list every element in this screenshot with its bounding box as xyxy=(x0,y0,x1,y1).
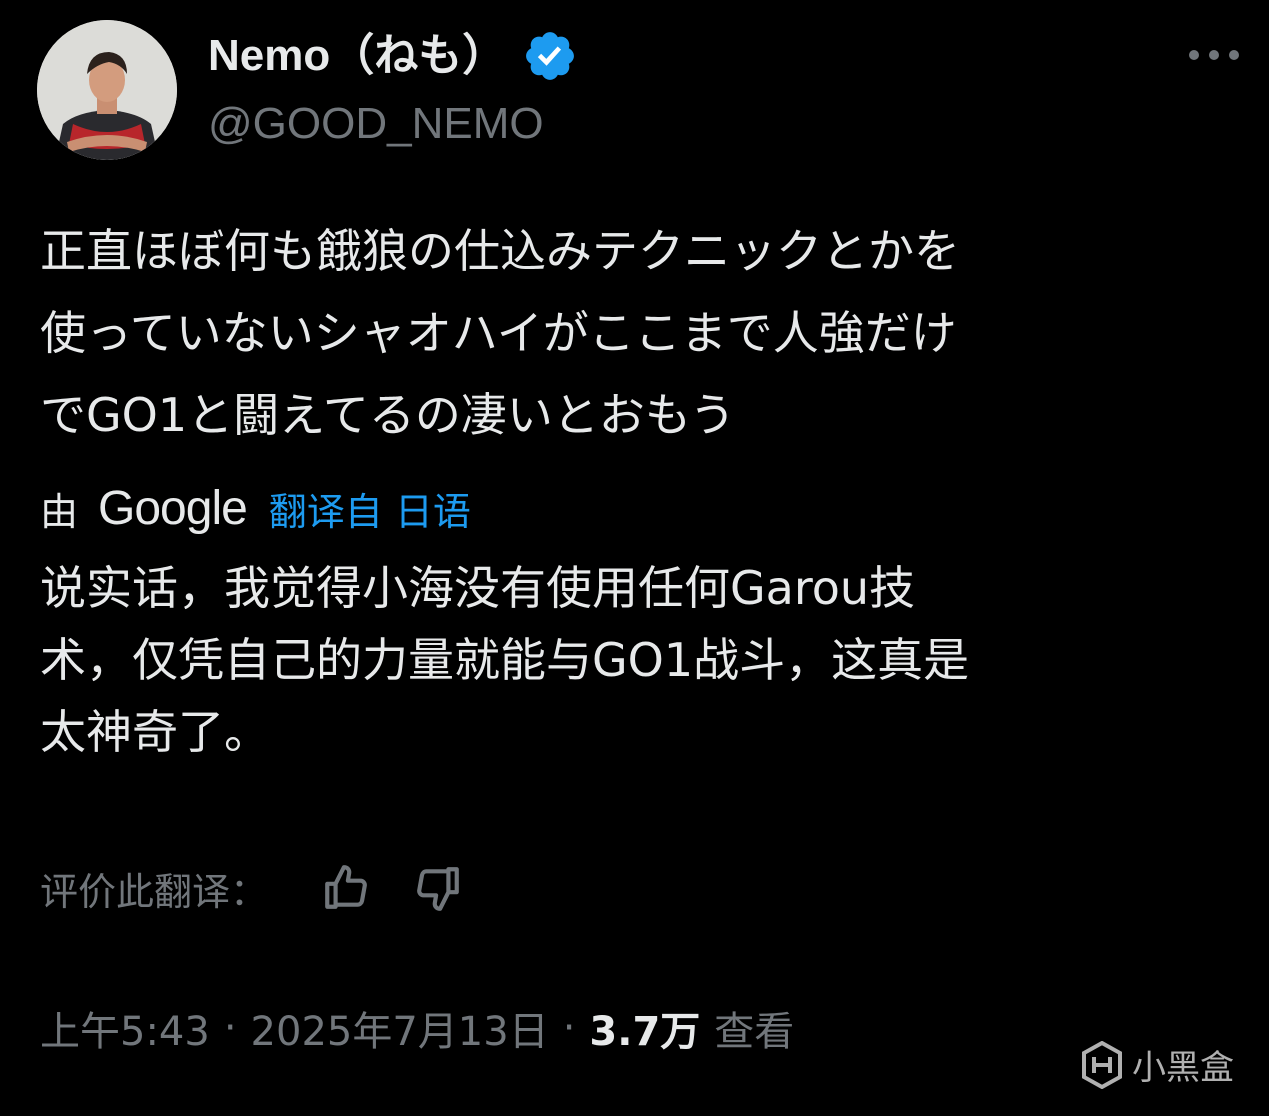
translated-text: 说实话，我觉得小海没有使用任何Garou技 术，仅凭自己的力量就能与GO1战斗，… xyxy=(40,552,1240,768)
author-handle[interactable]: @GOOD_NEMO xyxy=(208,96,544,152)
watermark-text: 小黑盒 xyxy=(1132,1048,1234,1088)
views-count: 3.7万 xyxy=(589,1009,701,1055)
translated-text-line: 太神奇了。 xyxy=(40,705,270,759)
meta-separator: · xyxy=(562,1005,576,1051)
tweet-date[interactable]: 2025年7月13日 xyxy=(251,999,549,1057)
author-name-row[interactable]: Nemo（ねも） xyxy=(208,28,578,84)
views-label: 查看 xyxy=(714,1009,795,1055)
verified-badge-icon xyxy=(522,28,578,84)
author-avatar[interactable] xyxy=(37,20,177,160)
avatar-image xyxy=(37,20,177,160)
more-options-icon[interactable] xyxy=(1186,40,1242,70)
tweet-text: 正直ほぼ何も餓狼の仕込みテクニックとかを 使っていないシャオハイがここまで人強だ… xyxy=(40,210,1240,456)
rate-translation-row: 评价此翻译： xyxy=(40,858,502,918)
translated-from-link[interactable]: 翻译自 日语 xyxy=(269,481,471,536)
thumbs-up-icon xyxy=(325,865,367,909)
rate-translation-label: 评价此翻译： xyxy=(40,869,269,914)
tweet-text-line: 使っていないシャオハイがここまで人強だけ xyxy=(40,306,957,360)
translation-attribution: 由 Google 翻译自 日语 xyxy=(40,478,471,538)
translated-text-line: 说实话，我觉得小海没有使用任何Garou技 xyxy=(40,561,916,615)
tweet-text-line: でGO1と闘えてるの凄いとおもう xyxy=(40,388,736,442)
translated-by-label: 由 xyxy=(40,489,79,534)
thumbs-down-icon xyxy=(417,867,459,911)
google-logo: Google xyxy=(98,481,248,535)
author-display-name[interactable]: Nemo（ねも） xyxy=(208,28,506,84)
tweet-time[interactable]: 上午5:43 xyxy=(40,999,210,1057)
tweet-text-line: 正直ほぼ何も餓狼の仕込みテクニックとかを xyxy=(40,224,960,278)
translated-text-line: 术，仅凭自己的力量就能与GO1战斗，这真是 xyxy=(40,633,970,687)
heybox-logo-icon xyxy=(1082,1040,1122,1089)
thumbs-down-button[interactable] xyxy=(410,860,466,916)
meta-separator: · xyxy=(223,1005,237,1051)
watermark: 小黑盒 xyxy=(1080,1040,1234,1089)
thumbs-up-button[interactable] xyxy=(318,860,374,916)
tweet-meta-row: 上午5:43 · 2025年7月13日 · 3.7万 查看 xyxy=(40,996,794,1060)
